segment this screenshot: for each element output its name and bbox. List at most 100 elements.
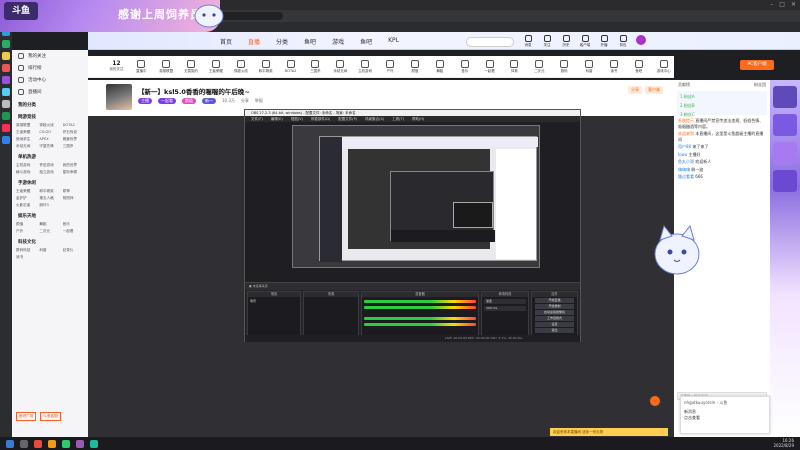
sidebar-link[interactable]: 二次元 — [39, 229, 60, 234]
minimize-icon[interactable]: – — [770, 1, 773, 8]
sidebar-link[interactable]: 崩坏3 — [39, 203, 60, 208]
category-item[interactable]: 体育 — [504, 56, 525, 74]
sidebar-link[interactable]: DOTA2 — [63, 123, 84, 128]
sidebar-link[interactable]: 星际争霸 — [63, 170, 84, 175]
promo-banner[interactable] — [773, 114, 797, 136]
taskbar-app-icon[interactable] — [48, 439, 56, 448]
sidebar-link[interactable]: 第五人格 — [39, 196, 60, 201]
follow-icon[interactable]: 关注 — [541, 35, 553, 48]
sidebar-item-activity[interactable]: 活动中心 — [12, 74, 88, 86]
rank-row[interactable]: 1 粉丝A — [680, 94, 764, 100]
sidebar-link[interactable]: 原神 — [63, 189, 84, 194]
category-item[interactable]: 游戏中心 — [653, 56, 674, 74]
virtual-camera-button[interactable]: 启动虚拟摄像机 — [535, 310, 574, 315]
app-icon[interactable] — [2, 88, 10, 96]
category-item[interactable]: 数码 — [554, 56, 575, 74]
taskbar-app-icon[interactable] — [76, 439, 84, 448]
sidebar-link[interactable]: CS:GO — [39, 130, 60, 135]
obs-menu-item[interactable]: 文件(F) — [251, 116, 263, 122]
category-item[interactable]: 音乐 — [454, 56, 475, 74]
category-item[interactable]: 和平精英 — [255, 56, 276, 74]
follow-count[interactable]: 12 我的关注 — [106, 56, 127, 72]
maximize-icon[interactable]: □ — [779, 1, 785, 8]
sidebar-item-rank[interactable]: 排行榜 — [12, 62, 88, 74]
app-icon[interactable] — [2, 52, 10, 60]
sidebar-link[interactable]: 颜值 — [16, 222, 37, 227]
sidebar-link[interactable]: 舞蹈 — [39, 222, 60, 227]
yuba-square-button[interactable]: 鱼吧广场 — [16, 412, 37, 421]
sidebar-link[interactable]: 魔兽世界 — [63, 137, 84, 142]
sidebar-link[interactable]: 英雄联盟 — [16, 123, 37, 128]
sidebar-link[interactable]: 火影忍者 — [16, 203, 37, 208]
category-item[interactable]: 舞蹈 — [429, 56, 450, 74]
taskbar-app-icon[interactable] — [62, 439, 70, 448]
close-icon[interactable]: ✕ — [791, 1, 796, 8]
streamer-avatar[interactable] — [106, 84, 132, 110]
sidebar-link[interactable]: 数码科技 — [16, 248, 37, 253]
rank-row[interactable]: 2 粉丝B — [680, 103, 764, 109]
obs-menu-item[interactable]: 停靠部件(D) — [311, 116, 330, 122]
share-link[interactable]: 分享 — [241, 98, 249, 104]
sidebar-link[interactable]: 怀旧游戏 — [39, 163, 60, 168]
sidebar-link[interactable]: 阴阳师 — [63, 196, 84, 201]
category-item[interactable]: 永劫无间 — [330, 56, 351, 74]
pc-client-button[interactable]: PC客户端 — [740, 60, 774, 70]
studio-mode-button[interactable]: 工作室模式 — [535, 316, 574, 321]
sidebar-link[interactable]: 格斗游戏 — [16, 170, 37, 175]
nav-yuba[interactable]: 鱼吧 — [304, 37, 316, 46]
category-item[interactable]: 科普 — [579, 56, 600, 74]
client-button[interactable]: 客户端 — [645, 86, 663, 94]
sidebar-link[interactable]: 绝地求生 — [16, 137, 37, 142]
sidebar-link[interactable]: 户外 — [16, 229, 37, 234]
taskbar-app-icon[interactable] — [90, 439, 98, 448]
report-link[interactable]: 举报 — [255, 98, 263, 104]
sidebar-item-follow[interactable]: 我的关注 — [12, 50, 88, 62]
promo-banner[interactable] — [773, 86, 797, 108]
category-item[interactable]: 颜值 — [405, 56, 426, 74]
sidebar-link[interactable]: 一起看 — [63, 229, 84, 234]
start-icon[interactable] — [6, 439, 14, 448]
sidebar-link[interactable]: 独立游戏 — [39, 170, 60, 175]
message-icon[interactable]: 消息 — [522, 35, 534, 48]
category-item[interactable]: 王者荣耀 — [206, 56, 227, 74]
sidebar-link[interactable]: 金铲铲 — [16, 196, 37, 201]
sidebar-link[interactable]: 穿越火线 — [39, 123, 60, 128]
promo-banner[interactable] — [773, 170, 797, 192]
app-icon[interactable] — [2, 76, 10, 84]
contribution-tab[interactable]: 贡献榜 — [678, 82, 690, 87]
nav-kpl[interactable]: KPL — [388, 37, 399, 46]
transition-select[interactable]: 渐变 — [484, 299, 526, 304]
fan-club-tab[interactable]: 粉丝团 — [754, 82, 766, 87]
obs-menu-item[interactable]: 视图(V) — [291, 116, 303, 122]
sidebar-link[interactable]: 音乐 — [63, 222, 84, 227]
nav-category[interactable]: 分类 — [276, 37, 288, 46]
obs-menu-item[interactable]: 帮助(H) — [412, 116, 424, 122]
settings-button[interactable]: 设置 — [535, 322, 574, 327]
sidebar-link[interactable]: 永劫无间 — [16, 144, 37, 149]
sidebar-link[interactable]: 守望先锋 — [39, 144, 60, 149]
search-input[interactable] — [466, 37, 514, 47]
sidebar-link[interactable]: 读书 — [16, 255, 37, 260]
search-icon[interactable] — [20, 439, 28, 448]
category-item[interactable]: 户外 — [380, 56, 401, 74]
system-clock[interactable]: 16:26 2022/8/29 — [773, 438, 794, 448]
category-item[interactable]: 无畏契约 — [181, 56, 202, 74]
start-recording-button[interactable]: 开始录制 — [535, 304, 574, 309]
sidebar-link[interactable]: 科普 — [39, 248, 60, 253]
category-item[interactable]: 直播中 — [131, 56, 152, 74]
sidebar-item-room[interactable]: 直播间 — [12, 86, 88, 98]
app-icon[interactable] — [2, 124, 10, 132]
sidebar-link[interactable]: APEX — [39, 137, 60, 142]
room-tag[interactable]: 新一 — [202, 98, 216, 104]
sidebar-link[interactable]: 我的世界 — [63, 163, 84, 168]
nav-live[interactable]: 直播 — [248, 37, 260, 46]
room-tag[interactable]: 主播 — [138, 98, 152, 104]
category-item[interactable]: 鱼吧 — [628, 56, 649, 74]
nav-yuba-2[interactable]: 鱼吧 — [360, 37, 372, 46]
transition-duration[interactable]: 300 ms — [484, 306, 526, 311]
gift-bar[interactable]: 欢迎来到本直播间 送你一份礼物 — [550, 428, 668, 436]
sidebar-link[interactable]: 和平精英 — [39, 189, 60, 194]
category-item[interactable]: 三国杀 — [305, 56, 326, 74]
app-icon[interactable] — [2, 100, 10, 108]
category-item[interactable]: 一起看 — [479, 56, 500, 74]
